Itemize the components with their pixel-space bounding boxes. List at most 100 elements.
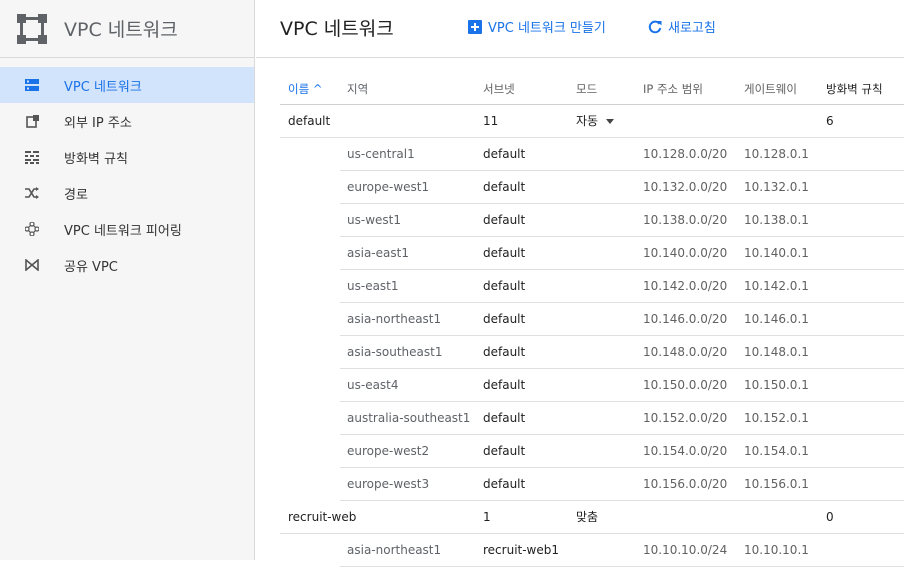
subnet-row: us-west1 default 10.138.0.0/20 10.138.0.1 bbox=[340, 204, 904, 237]
network-firewall-count: 6 bbox=[826, 114, 834, 128]
subnet-ip-range: 10.156.0.0/20 bbox=[643, 477, 728, 491]
sidebar-item-label: VPC 네트워크 bbox=[64, 79, 142, 95]
network-name-link[interactable]: recruit-web bbox=[288, 501, 356, 533]
subnet-region: asia-northeast1 bbox=[347, 312, 442, 326]
subnet-ip-range: 10.152.0.0/20 bbox=[643, 411, 728, 425]
product-title: VPC 네트워크 bbox=[64, 19, 178, 41]
mode-dropdown[interactable]: 자동 bbox=[576, 105, 615, 137]
page-header: VPC 네트워크 VPC 네트워크 만들기 새로고침 bbox=[256, 0, 904, 58]
network-subnet-count: 1 bbox=[483, 510, 491, 524]
column-header-ip-range: IP 주소 범위 bbox=[643, 82, 703, 96]
mode-value: 맞춤 bbox=[576, 510, 599, 524]
table-body: default 11 자동 6 us-central1 default 10.128.0.0… bbox=[280, 105, 904, 567]
sidebar-item-routes[interactable]: 경로 bbox=[0, 175, 254, 211]
subnet-ip-range: 10.148.0.0/20 bbox=[643, 345, 728, 359]
column-header-region: 지역 bbox=[347, 82, 369, 96]
vpc-network-icon bbox=[24, 77, 40, 93]
network-row: recruit-web 1 맞춤 0 bbox=[280, 501, 904, 534]
subnet-region: europe-west2 bbox=[347, 444, 430, 458]
subnet-row: australia-southeast1 default 10.152.0.0/20… bbox=[340, 402, 904, 435]
subnet-ip-range: 10.128.0.0/20 bbox=[643, 147, 728, 161]
subnet-name-link[interactable]: default bbox=[483, 171, 525, 203]
subnet-gateway: 10.154.0.1 bbox=[744, 444, 809, 458]
subnet-region: us-west1 bbox=[347, 213, 401, 227]
subnet-region: asia-northeast1 bbox=[347, 543, 442, 557]
network-name-link[interactable]: default bbox=[288, 105, 330, 137]
subnet-name-link[interactable]: default bbox=[483, 336, 525, 368]
sidebar-item-label: 경로 bbox=[64, 187, 88, 203]
subnet-name-link[interactable]: default bbox=[483, 402, 525, 434]
subnet-name-link[interactable]: default bbox=[483, 237, 525, 269]
subnet-ip-range: 10.146.0.0/20 bbox=[643, 312, 728, 326]
subnet-gateway: 10.142.0.1 bbox=[744, 279, 809, 293]
subnet-row: us-east4 default 10.150.0.0/20 10.150.0.1 bbox=[340, 369, 904, 402]
subnet-gateway: 10.152.0.1 bbox=[744, 411, 809, 425]
routes-shuffle-icon bbox=[24, 185, 40, 201]
subnet-name-link[interactable]: default bbox=[483, 303, 525, 335]
subnet-name-link[interactable]: default bbox=[483, 468, 525, 500]
subnet-gateway: 10.128.0.1 bbox=[744, 147, 809, 161]
subnet-row: asia-southeast1 default 10.148.0.0/20 10.14… bbox=[340, 336, 904, 369]
external-ip-icon bbox=[24, 113, 40, 129]
peering-icon bbox=[24, 221, 40, 237]
subnet-row: asia-east1 default 10.140.0.0/20 10.140.0.1 bbox=[340, 237, 904, 270]
subnet-gateway: 10.132.0.1 bbox=[744, 180, 809, 194]
subnet-row: us-central1 default 10.128.0.0/20 10.128.0.… bbox=[340, 138, 904, 171]
subnet-gateway: 10.156.0.1 bbox=[744, 477, 809, 491]
subnet-name-link[interactable]: default bbox=[483, 435, 525, 467]
column-header-name-sort[interactable]: 이름 ^ bbox=[288, 74, 322, 104]
subnet-gateway: 10.138.0.1 bbox=[744, 213, 809, 227]
sidebar-nav: VPC 네트워크 외부 IP 주소 방화벽 규칙 경로 VPC 네트워크 피어링 bbox=[0, 67, 254, 283]
sidebar-item-label: 외부 IP 주소 bbox=[64, 115, 132, 131]
subnet-gateway: 10.150.0.1 bbox=[744, 378, 809, 392]
subnet-ip-range: 10.10.10.0/24 bbox=[643, 543, 728, 557]
column-header-mode: 모드 bbox=[576, 82, 598, 96]
sidebar-item-label: VPC 네트워크 피어링 bbox=[64, 223, 182, 239]
sidebar-item-external-ip[interactable]: 외부 IP 주소 bbox=[0, 103, 254, 139]
subnet-name-link[interactable]: default bbox=[483, 270, 525, 302]
sidebar-item-vpc-peering[interactable]: VPC 네트워크 피어링 bbox=[0, 211, 254, 247]
sidebar-item-label: 공유 VPC bbox=[64, 259, 118, 275]
firewall-icon bbox=[24, 149, 40, 165]
subnet-region: us-central1 bbox=[347, 147, 415, 161]
add-box-icon bbox=[468, 19, 482, 34]
column-header-subnets: 서브넷 bbox=[483, 82, 515, 96]
network-row: default 11 자동 6 bbox=[280, 105, 904, 138]
mode-value: 자동 bbox=[576, 114, 599, 128]
refresh-label: 새로고침 bbox=[668, 21, 716, 36]
subnet-ip-range: 10.132.0.0/20 bbox=[643, 180, 728, 194]
create-vpc-network-button[interactable]: VPC 네트워크 만들기 bbox=[468, 17, 606, 36]
sidebar-item-shared-vpc[interactable]: 공유 VPC bbox=[0, 247, 254, 283]
subnet-gateway: 10.140.0.1 bbox=[744, 246, 809, 260]
subnet-name-link[interactable]: default bbox=[483, 138, 525, 170]
sidebar-item-firewall-rules[interactable]: 방화벽 규칙 bbox=[0, 139, 254, 175]
refresh-icon bbox=[648, 20, 662, 34]
subnet-row: europe-west2 default 10.154.0.0/20 10.154.0… bbox=[340, 435, 904, 468]
product-header: VPC 네트워크 bbox=[0, 0, 254, 58]
sidebar: VPC 네트워크 VPC 네트워크 외부 IP 주소 방화벽 규칙 경로 VPC… bbox=[0, 0, 255, 560]
vpc-networks-table: 이름 ^ 지역 서브넷 모드 IP 주소 범위 게이트웨이 방화벽 규칙 def… bbox=[280, 74, 904, 567]
table-header-row: 이름 ^ 지역 서브넷 모드 IP 주소 범위 게이트웨이 방화벽 규칙 bbox=[280, 74, 904, 105]
subnet-ip-range: 10.138.0.0/20 bbox=[643, 213, 728, 227]
subnet-row: us-east1 default 10.142.0.0/20 10.142.0.1 bbox=[340, 270, 904, 303]
subnet-region: us-east4 bbox=[347, 378, 399, 392]
subnet-region: europe-west3 bbox=[347, 477, 430, 491]
subnet-name-link[interactable]: recruit-web1 bbox=[483, 534, 559, 566]
network-mode: 맞춤 bbox=[576, 501, 598, 533]
network-mode: 자동 bbox=[576, 105, 615, 137]
subnet-name-link[interactable]: default bbox=[483, 369, 525, 401]
sidebar-item-label: 방화벽 규칙 bbox=[64, 151, 128, 167]
subnet-gateway: 10.146.0.1 bbox=[744, 312, 809, 326]
subnet-region: europe-west1 bbox=[347, 180, 430, 194]
subnet-row: europe-west3 default 10.156.0.0/20 10.156.0… bbox=[340, 468, 904, 501]
subnet-name-link[interactable]: default bbox=[483, 204, 525, 236]
subnet-region: us-east1 bbox=[347, 279, 399, 293]
shared-vpc-icon bbox=[24, 257, 40, 273]
subnet-region: asia-east1 bbox=[347, 246, 409, 260]
subnet-ip-range: 10.142.0.0/20 bbox=[643, 279, 728, 293]
vpc-network-logo-icon bbox=[17, 13, 47, 44]
main-content: VPC 네트워크 VPC 네트워크 만들기 새로고침 이름 ^ 지역 서브넷 모… bbox=[256, 0, 904, 567]
sidebar-item-vpc-networks[interactable]: VPC 네트워크 bbox=[0, 67, 254, 103]
subnet-row: asia-northeast1 recruit-web1 10.10.10.0/24… bbox=[340, 534, 904, 567]
refresh-button[interactable]: 새로고침 bbox=[648, 17, 716, 36]
